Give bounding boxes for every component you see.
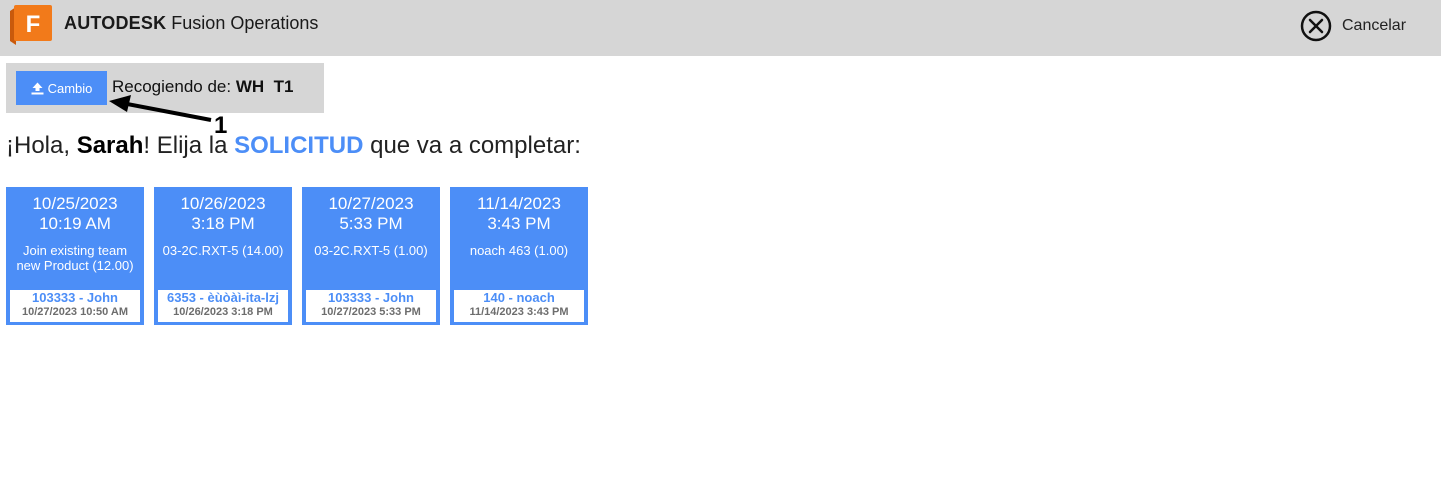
brand-company: AUTODESK	[64, 13, 167, 33]
upload-icon	[31, 82, 44, 94]
change-location-button[interactable]: Cambio	[16, 71, 107, 105]
request-date: 10/27/2023	[328, 194, 414, 213]
request-timestamp: 10/26/2023 3:18 PM	[173, 306, 273, 318]
request-product: 03-2C.RXT-5 (1.00)	[314, 243, 428, 258]
request-timestamp: 10/27/2023 10:50 AM	[22, 306, 128, 318]
request-footer: 103333 - John 10/27/2023 5:33 PM	[306, 290, 436, 322]
request-card[interactable]: 11/14/2023 3:43 PM noach 463 (1.00) 140 …	[450, 187, 588, 325]
greeting-hello: ¡Hola,	[6, 132, 77, 159]
brand-product: Fusion Operations	[171, 13, 319, 33]
request-list: 10/25/2023 10:19 AM Join existing team n…	[6, 187, 588, 325]
request-product: 03-2C.RXT-5 (14.00)	[162, 243, 284, 258]
request-date: 11/14/2023	[477, 194, 561, 213]
brand-title: AUTODESK Fusion Operations	[64, 12, 318, 34]
request-date: 10/25/2023	[32, 194, 118, 213]
request-date: 10/26/2023	[180, 194, 266, 213]
request-product: noach 463 (1.00)	[469, 243, 569, 258]
request-time: 10:19 AM	[39, 214, 111, 233]
request-user: 103333 - John	[328, 290, 414, 305]
request-footer: 6353 - èùòàì-ita-lzj 10/26/2023 3:18 PM	[158, 290, 288, 322]
user-name: Sarah	[76, 132, 144, 159]
greeting-middle: ! Elija la	[143, 132, 235, 159]
greeting-suffix: que va a completar:	[363, 132, 581, 159]
request-timestamp: 11/14/2023 3:43 PM	[469, 306, 569, 318]
request-product: Join existing team new Product (12.00)	[16, 243, 134, 273]
cancel-label: Cancelar	[1342, 17, 1407, 34]
logo-letter: F	[26, 11, 41, 38]
close-circle-icon	[1300, 10, 1332, 42]
cancel-button[interactable]: Cancelar	[1300, 10, 1406, 42]
pickup-location: WH T1	[235, 77, 294, 96]
request-footer: 140 - noach 11/14/2023 3:43 PM	[454, 290, 584, 322]
request-time: 3:18 PM	[191, 214, 255, 233]
request-time: 5:33 PM	[339, 214, 403, 233]
greeting-keyword: SOLICITUD	[234, 132, 364, 159]
request-card[interactable]: 10/25/2023 10:19 AM Join existing team n…	[6, 187, 144, 325]
request-card[interactable]: 10/26/2023 3:18 PM 03-2C.RXT-5 (14.00) 6…	[154, 187, 292, 325]
fusion-logo: F	[10, 5, 52, 45]
request-card[interactable]: 10/27/2023 5:33 PM 03-2C.RXT-5 (1.00) 10…	[302, 187, 440, 325]
change-location-label: Cambio	[47, 80, 93, 96]
request-user: 140 - noach	[483, 290, 555, 305]
app-header: F AUTODESK Fusion Operations Cancelar	[0, 0, 1441, 56]
request-time: 3:43 PM	[487, 214, 551, 233]
request-user: 6353 - èùòàì-ita-lzj	[167, 290, 279, 305]
greeting-text: ¡Hola, Sarah! Elija la SOLICITUD que va …	[6, 132, 581, 160]
request-footer: 103333 - John 10/27/2023 10:50 AM	[10, 290, 140, 322]
request-timestamp: 10/27/2023 5:33 PM	[321, 306, 421, 318]
request-user: 103333 - John	[32, 290, 118, 305]
